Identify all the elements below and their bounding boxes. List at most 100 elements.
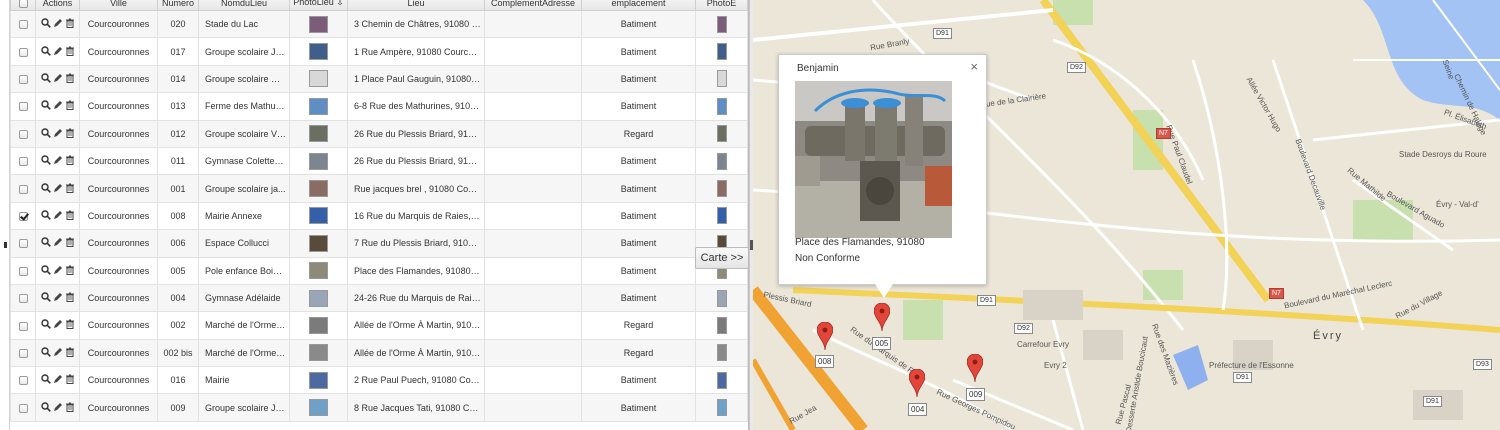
trash-icon[interactable] bbox=[65, 402, 75, 412]
table-row[interactable]: Courcouronnes 020 Stade du Lac 3 Chemin … bbox=[10, 9, 748, 39]
photo-lieu-thumbnail[interactable] bbox=[309, 70, 328, 88]
row-checkbox[interactable] bbox=[18, 102, 28, 112]
edit-pencil-icon[interactable] bbox=[53, 237, 63, 247]
column-header-emplacement[interactable]: emplacement bbox=[581, 0, 696, 11]
photo-lieu-thumbnail[interactable] bbox=[309, 97, 328, 115]
row-photo-lieu[interactable] bbox=[289, 9, 348, 39]
row-select-cell[interactable] bbox=[10, 201, 36, 231]
map-marker-pin[interactable] bbox=[874, 303, 890, 331]
search-icon[interactable] bbox=[40, 319, 51, 330]
row-photo-e[interactable] bbox=[695, 311, 748, 340]
trash-icon[interactable] bbox=[65, 237, 75, 248]
table-row[interactable]: Courcouronnes 016 Mairie 2 Rue Paul Puec… bbox=[10, 366, 748, 395]
trash-icon[interactable] bbox=[65, 18, 75, 29]
row-select-cell[interactable] bbox=[10, 256, 36, 285]
photo-lieu-thumbnail[interactable] bbox=[309, 316, 328, 334]
edit-pencil-icon[interactable] bbox=[53, 292, 63, 302]
row-select-cell[interactable] bbox=[10, 146, 36, 176]
table-row[interactable]: Courcouronnes 014 Groupe scolaire Pa... … bbox=[10, 64, 748, 94]
table-row[interactable]: Courcouronnes 011 Gymnase Colette B... 2… bbox=[10, 146, 748, 176]
photo-e-thumbnail[interactable] bbox=[716, 97, 727, 115]
photo-lieu-thumbnail[interactable] bbox=[309, 399, 328, 417]
table-row[interactable]: Courcouronnes 002 Marché de l'Orme ... A… bbox=[10, 311, 748, 340]
photo-e-thumbnail[interactable] bbox=[716, 125, 727, 143]
row-select-cell[interactable] bbox=[10, 174, 36, 203]
photo-e-thumbnail[interactable] bbox=[716, 43, 727, 61]
row-photo-lieu[interactable] bbox=[289, 64, 348, 94]
edit-pencil-icon[interactable] bbox=[53, 347, 63, 357]
trash-icon[interactable] bbox=[65, 46, 75, 56]
photo-e-thumbnail[interactable] bbox=[716, 289, 727, 307]
row-checkbox[interactable] bbox=[18, 20, 28, 30]
photo-lieu-thumbnail[interactable] bbox=[309, 344, 328, 362]
edit-pencil-icon[interactable] bbox=[53, 210, 63, 220]
search-icon[interactable] bbox=[40, 210, 51, 220]
photo-lieu-thumbnail[interactable] bbox=[309, 371, 328, 389]
edit-pencil-icon[interactable] bbox=[53, 265, 63, 275]
search-icon[interactable] bbox=[40, 128, 51, 138]
trash-icon[interactable] bbox=[65, 347, 75, 357]
row-select-cell[interactable] bbox=[10, 393, 36, 422]
search-icon[interactable] bbox=[40, 155, 51, 166]
trash-icon[interactable] bbox=[65, 319, 75, 330]
column-header-nomdulieu[interactable]: NomduLieu bbox=[198, 0, 290, 11]
map-marker-label-008[interactable]: 008 bbox=[815, 355, 835, 368]
row-select-cell[interactable] bbox=[10, 338, 36, 368]
edit-pencil-icon[interactable] bbox=[53, 183, 63, 193]
row-photo-e[interactable] bbox=[695, 174, 748, 203]
column-header-numero[interactable]: Numero bbox=[157, 0, 199, 11]
map-marker-pin[interactable] bbox=[967, 354, 983, 382]
row-photo-lieu[interactable] bbox=[289, 92, 348, 121]
row-checkbox[interactable] bbox=[18, 294, 28, 304]
row-select-cell[interactable] bbox=[10, 37, 36, 66]
table-row[interactable]: Courcouronnes 013 Ferme des Mathuri... 6… bbox=[10, 92, 748, 121]
edit-pencil-icon[interactable] bbox=[53, 100, 63, 110]
photo-lieu-thumbnail[interactable] bbox=[309, 125, 328, 143]
trash-icon[interactable] bbox=[65, 128, 75, 138]
row-checkbox[interactable] bbox=[18, 47, 28, 57]
edit-pencil-icon[interactable] bbox=[53, 46, 63, 56]
trash-icon[interactable] bbox=[65, 183, 75, 193]
row-checkbox[interactable] bbox=[18, 157, 28, 167]
row-select-cell[interactable] bbox=[10, 92, 36, 121]
row-checkbox[interactable] bbox=[18, 321, 28, 331]
photo-e-thumbnail[interactable] bbox=[716, 371, 727, 389]
photo-lieu-thumbnail[interactable] bbox=[309, 207, 328, 225]
row-photo-lieu[interactable] bbox=[289, 201, 348, 231]
search-icon[interactable] bbox=[40, 45, 51, 56]
map-marker-label-009[interactable]: 009 bbox=[966, 388, 986, 401]
search-icon[interactable] bbox=[40, 100, 51, 111]
search-icon[interactable] bbox=[40, 18, 51, 29]
table-row[interactable]: Courcouronnes 002 bis Marché de l'Orme .… bbox=[10, 338, 748, 368]
photo-e-thumbnail[interactable] bbox=[716, 70, 727, 88]
row-photo-e[interactable] bbox=[695, 37, 748, 66]
row-photo-e[interactable] bbox=[695, 201, 748, 231]
photo-e-thumbnail[interactable] bbox=[716, 180, 727, 198]
row-select-cell[interactable] bbox=[10, 311, 36, 340]
edit-pencil-icon[interactable] bbox=[53, 128, 63, 138]
row-photo-lieu[interactable] bbox=[289, 37, 348, 66]
photo-e-thumbnail[interactable] bbox=[716, 207, 727, 225]
row-select-cell[interactable] bbox=[10, 283, 36, 313]
photo-e-thumbnail[interactable] bbox=[716, 152, 727, 170]
table-row[interactable]: Courcouronnes 001 Groupe scolaire ja... … bbox=[10, 174, 748, 203]
trash-icon[interactable] bbox=[65, 265, 75, 275]
trash-icon[interactable] bbox=[65, 155, 75, 166]
row-photo-lieu[interactable] bbox=[289, 393, 348, 422]
photo-e-thumbnail[interactable] bbox=[716, 15, 727, 33]
photo-lieu-thumbnail[interactable] bbox=[309, 152, 328, 170]
table-row[interactable]: Courcouronnes 005 Pole enfance Bois ... … bbox=[10, 256, 748, 285]
photo-lieu-thumbnail[interactable] bbox=[309, 289, 328, 307]
edit-pencil-icon[interactable] bbox=[53, 18, 63, 28]
row-select-cell[interactable] bbox=[10, 229, 36, 258]
row-photo-lieu[interactable] bbox=[289, 229, 348, 258]
table-row[interactable]: Courcouronnes 012 Groupe scolaire Vi... … bbox=[10, 119, 748, 148]
row-select-cell[interactable] bbox=[10, 366, 36, 395]
edit-pencil-icon[interactable] bbox=[53, 402, 63, 412]
edit-pencil-icon[interactable] bbox=[53, 374, 63, 384]
search-icon[interactable] bbox=[40, 182, 51, 193]
row-checkbox[interactable] bbox=[18, 239, 28, 249]
trash-icon[interactable] bbox=[65, 292, 75, 303]
column-header-actions[interactable]: Actions bbox=[35, 0, 80, 11]
photo-lieu-thumbnail[interactable] bbox=[309, 43, 328, 61]
